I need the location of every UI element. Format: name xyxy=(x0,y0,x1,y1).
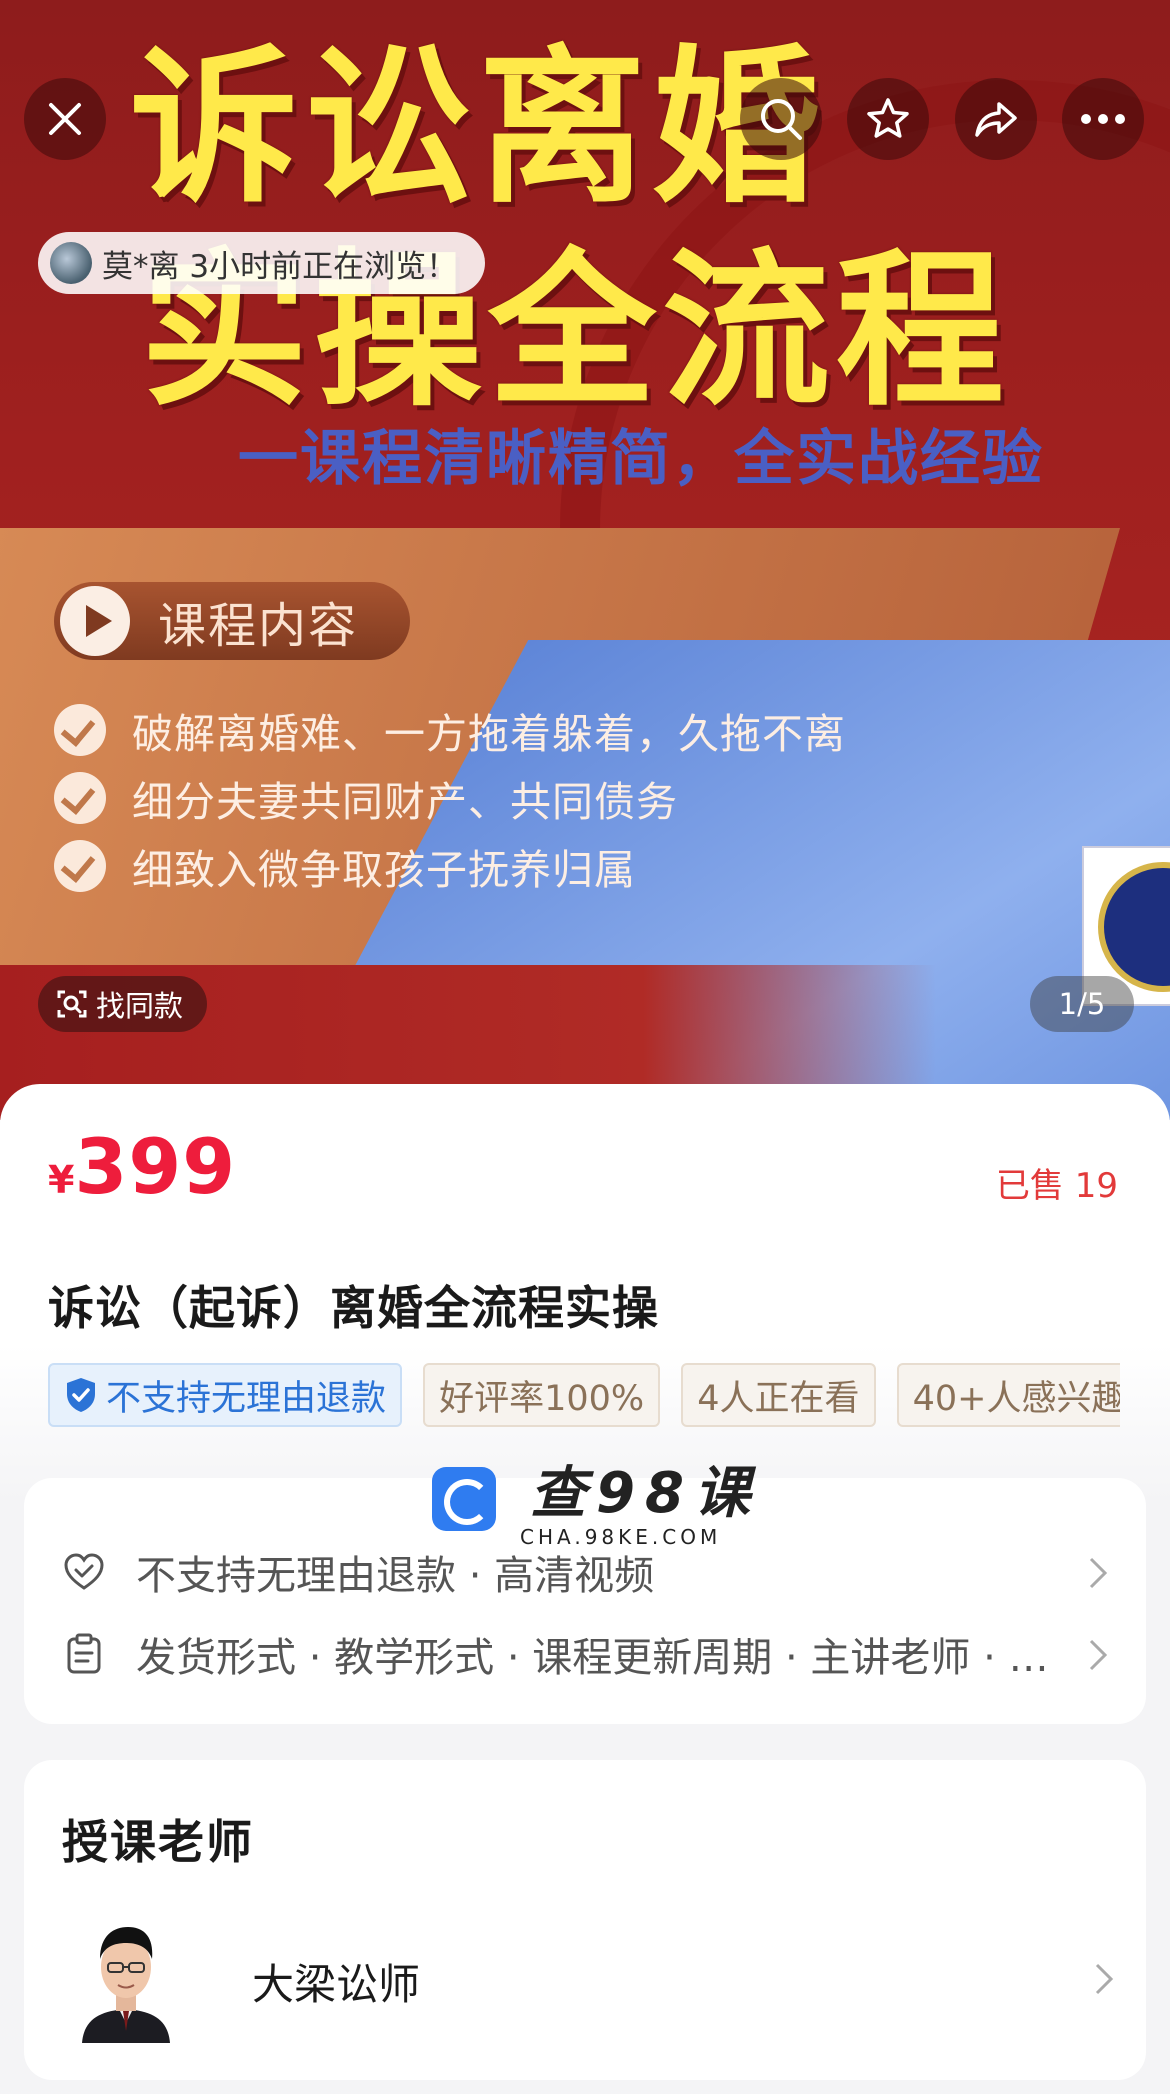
tag-no-refund: 不支持无理由退款 xyxy=(48,1363,403,1427)
price-value: 399 xyxy=(74,1122,237,1211)
banner-bullet: 细分夫妻共同财产、共同债务 xyxy=(54,768,678,828)
search-button[interactable] xyxy=(740,78,822,160)
tag-rating: 好评率100% xyxy=(423,1363,661,1427)
image-page-indicator: 1/5 xyxy=(1030,976,1134,1032)
search-icon xyxy=(761,99,802,140)
price: ¥399 xyxy=(48,1122,236,1211)
check-icon xyxy=(54,772,106,824)
scan-icon xyxy=(57,990,87,1018)
banner-subtitle: 一课程清晰精简，全实战经验 xyxy=(238,424,1044,494)
teacher-avatar xyxy=(82,1927,170,2043)
tag-interested: 40+人感兴趣 xyxy=(896,1363,1120,1427)
tag-watching: 4人正在看 xyxy=(681,1363,876,1427)
course-content-badge: 课程内容 xyxy=(54,582,410,660)
product-tags: 不支持无理由退款 好评率100% 4人正在看 40+人感兴趣 xyxy=(48,1363,1120,1429)
more-button[interactable] xyxy=(1062,78,1144,160)
chevron-right-icon xyxy=(1089,1557,1108,1589)
service-row-refund[interactable]: 不支持无理由退款 · 高清视频 xyxy=(62,1542,1112,1602)
banner-bullet: 细致入微争取孩子抚养归属 xyxy=(54,836,636,896)
service-card: 不支持无理由退款 · 高清视频 发货形式 · 教学形式 · 课程更新周期 · 主… xyxy=(24,1478,1146,1724)
favorite-button[interactable] xyxy=(847,78,929,160)
close-button[interactable] xyxy=(24,78,106,160)
avatar xyxy=(50,242,92,284)
clipboard-icon xyxy=(67,1633,101,1674)
service-row-text: 不支持无理由退款 · 高清视频 xyxy=(136,1553,655,1599)
heart-shield-icon xyxy=(64,1553,104,1590)
more-icon xyxy=(1081,114,1125,124)
product-title: 诉讼（起诉）离婚全流程实操 xyxy=(48,1281,659,1335)
check-icon xyxy=(54,840,106,892)
play-icon xyxy=(60,586,130,656)
chevron-right-icon xyxy=(1089,1639,1108,1671)
chevron-right-icon xyxy=(1095,1963,1114,1995)
recent-viewer-notice: 莫*离 3小时前正在浏览！ xyxy=(38,232,486,294)
banner-bullet: 破解离婚难、一方拖着躲着，久拖不离 xyxy=(54,700,846,760)
currency-symbol: ¥ xyxy=(48,1158,75,1202)
find-same-button[interactable]: 找同款 xyxy=(38,976,208,1032)
check-icon xyxy=(54,704,106,756)
service-row-text: 发货形式 · 教学形式 · 课程更新周期 · 主讲老师 · 课程有效期 xyxy=(136,1635,1056,1681)
star-icon xyxy=(867,98,909,138)
product-image-carousel[interactable]: 诉讼离婚 实操全流程 一课程清晰精简，全实战经验 课程内容 破解离婚难、一方拖着… xyxy=(0,0,1170,1120)
service-row-details[interactable]: 发货形式 · 教学形式 · 课程更新周期 · 主讲老师 · 课程有效期 xyxy=(62,1624,1112,1684)
teacher-section-heading: 授课老师 xyxy=(62,1815,254,1869)
course-content-label: 课程内容 xyxy=(158,598,359,654)
teacher-name: 大梁讼师 xyxy=(252,1959,421,2009)
share-icon xyxy=(975,102,1017,137)
sold-count: 已售 19 xyxy=(995,1166,1118,1206)
teacher-row[interactable]: 大梁讼师 xyxy=(78,1916,1118,2046)
shield-icon xyxy=(67,1378,95,1412)
share-button[interactable] xyxy=(955,78,1037,160)
close-icon xyxy=(49,103,81,135)
teacher-card: 授课老师 大梁讼师 xyxy=(24,1760,1146,2080)
